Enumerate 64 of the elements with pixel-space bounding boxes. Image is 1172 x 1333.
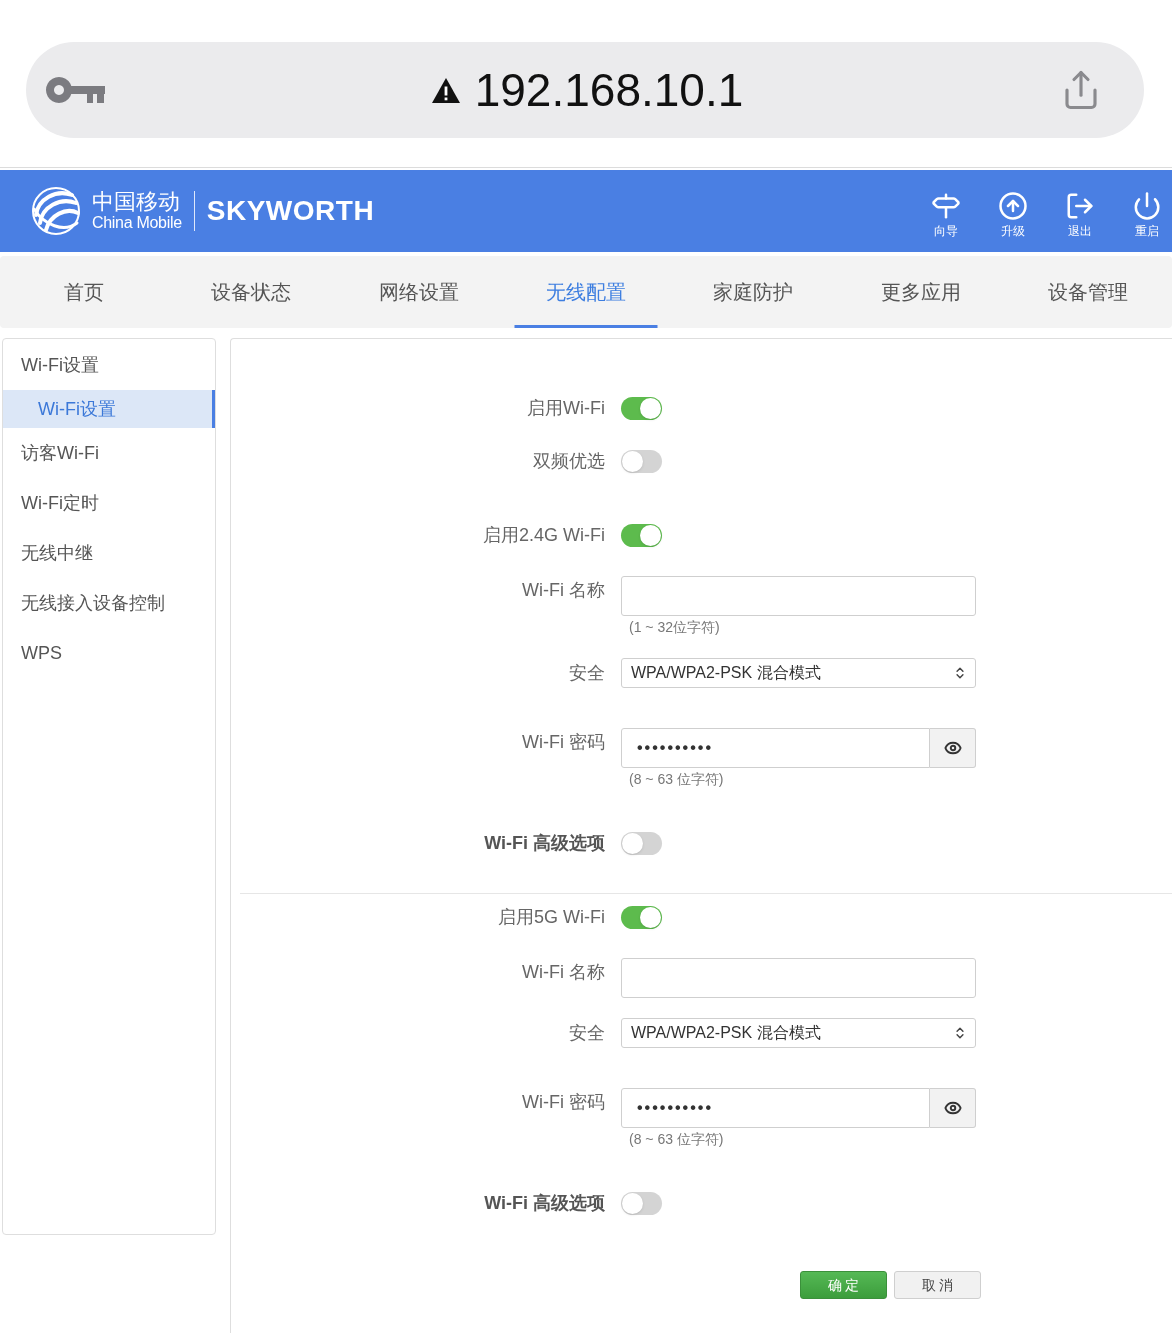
field-label: Wi-Fi 密码 [522,731,605,754]
field-label: 启用2.4G Wi-Fi [483,524,605,547]
toggle-switch[interactable] [621,396,662,420]
security-select[interactable]: WPA/WPA2-PSK 混合模式 [621,1018,976,1048]
field-label: Wi-Fi 高级选项 [484,832,605,855]
sidebar-item[interactable]: 访客Wi-Fi [3,428,215,478]
toggle-switch[interactable] [621,831,662,855]
key-icon [45,76,105,104]
sidebar-item[interactable]: 无线接入设备控制 [3,578,215,628]
logout-icon [1065,191,1095,221]
restart-button[interactable]: 重启 [1122,191,1172,239]
nav-tab[interactable]: 设备管理 [1004,256,1172,328]
field-label: 启用5G Wi-Fi [498,906,605,929]
chevrons-icon [953,1026,967,1040]
eye-icon [943,739,962,757]
url-text: 192.168.10.1 [474,64,744,116]
sidebar-item[interactable]: Wi-Fi设置 [3,390,215,428]
hint-text: (1 ~ 32位字符) [629,618,720,637]
upgrade-button[interactable]: 升级 [988,191,1038,239]
chevrons-icon [953,666,967,680]
field-label: 启用Wi-Fi [527,397,605,420]
nav-tab[interactable]: 家庭防护 [669,256,838,328]
hint-text: (8 ~ 63 位字符) [629,770,724,789]
nav-tab[interactable]: 首页 [0,256,168,328]
nav-tab[interactable]: 设备状态 [167,256,335,328]
address-bar[interactable]: 192.168.10.1 [26,42,1144,138]
field-label: 安全 [569,662,605,685]
field-label: Wi-Fi 密码 [522,1091,605,1114]
signpost-icon [931,191,961,221]
wizard-button[interactable]: 向导 [921,191,971,239]
field-label: Wi-Fi 名称 [522,961,605,984]
field-label: Wi-Fi 高级选项 [484,1192,605,1215]
warning-icon [431,77,460,103]
password-field[interactable]: •••••••••• [621,1088,930,1128]
toggle-switch[interactable] [621,1191,662,1215]
toggle-switch[interactable] [621,905,662,929]
nav-tab[interactable]: 网络设置 [334,256,503,328]
show-password-button[interactable] [930,1088,976,1128]
brand-wordmark: SKYWORTH [206,194,375,228]
hint-text: (8 ~ 63 位字符) [629,1130,724,1149]
swirl-logo-icon [30,185,82,237]
sidebar-item[interactable]: Wi-Fi设置 [3,340,215,390]
text-input[interactable] [621,576,976,616]
show-password-button[interactable] [930,728,976,768]
power-icon [1132,191,1162,221]
field-label: 安全 [569,1022,605,1045]
nav-tab[interactable]: 更多应用 [837,256,1005,328]
toggle-switch[interactable] [621,449,662,473]
field-label: Wi-Fi 名称 [522,579,605,602]
logout-button[interactable]: 退出 [1055,191,1105,239]
cancel-button[interactable]: 取 消 [894,1271,981,1299]
sidebar-item[interactable]: WPS [3,628,215,678]
arrow-up-circle-icon [998,191,1028,221]
toggle-switch[interactable] [621,523,662,547]
eye-icon [943,1099,962,1117]
brand-subtitle: China Mobile [92,214,182,232]
brand-name: 中国移动 [92,190,181,214]
nav-tab[interactable]: 无线配置 [502,256,670,328]
password-field[interactable]: •••••••••• [621,728,930,768]
sidebar-item[interactable]: 无线中继 [3,528,215,578]
field-label: 双频优选 [533,450,605,473]
sidebar-item[interactable]: Wi-Fi定时 [3,478,215,528]
security-select[interactable]: WPA/WPA2-PSK 混合模式 [621,658,976,688]
text-input[interactable] [621,958,976,998]
